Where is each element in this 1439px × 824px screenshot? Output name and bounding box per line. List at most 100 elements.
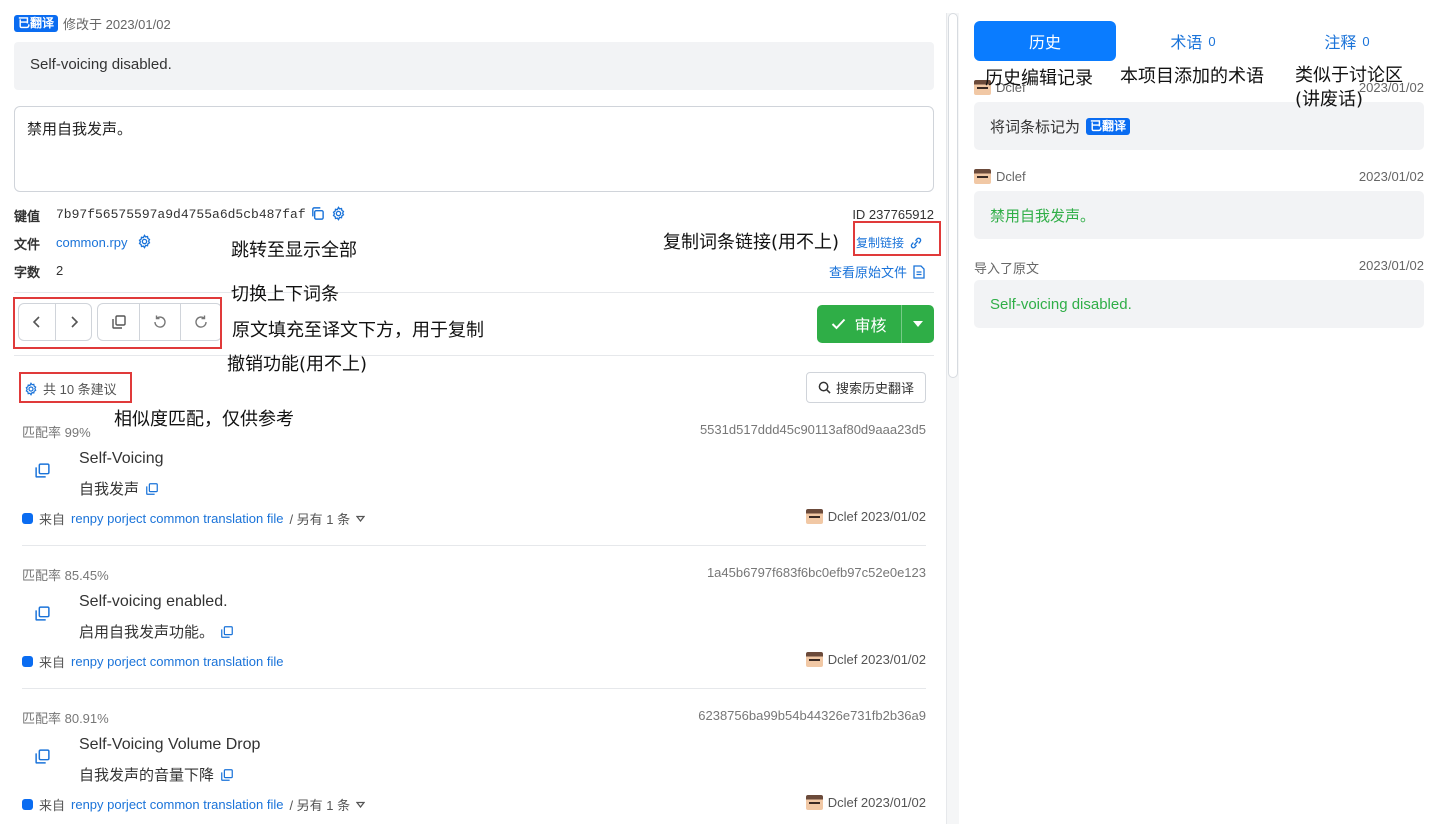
status-badge: 已翻译	[14, 15, 59, 32]
suggestion-item[interactable]: 匹配率 85.45% 1a45b6797f683f6bc0efb97c52e0e…	[22, 565, 926, 708]
history-date: 2023/01/02	[1358, 169, 1424, 184]
status-badge: 已翻译	[1086, 117, 1131, 135]
suggestion-target: 自我发声	[79, 481, 140, 498]
annotation-copy-link: 复制词条链接(用不上)	[663, 232, 840, 253]
tab-notes-label: 注释	[1324, 35, 1357, 52]
annotation-box-toolbar	[13, 297, 222, 349]
annotation-switch: 切换上下词条	[231, 284, 339, 305]
search-history-label: 搜索历史翻译	[835, 381, 914, 396]
tab-notes[interactable]: 注释 0	[1270, 21, 1424, 61]
file-label: 文件	[14, 237, 41, 252]
suggestion-source: Self-Voicing	[79, 450, 164, 467]
search-icon	[818, 381, 831, 394]
suggestion-hash: 1a45b6797f683f6bc0efb97c52e0e123	[706, 565, 926, 580]
suggestion-target: 启用自我发声功能。	[79, 624, 215, 641]
suggestion-origin: 来自 renpy porject common translation file	[22, 652, 283, 671]
caret-down-icon	[913, 321, 923, 327]
tab-terms-label: 术语	[1170, 35, 1203, 52]
expand-caret-icon[interactable]	[356, 515, 366, 522]
use-suggestion-copy-icon[interactable]	[34, 462, 51, 482]
suggestion-target-row: 启用自我发声功能。	[79, 621, 234, 642]
view-original-file-link[interactable]: 查看原始文件	[829, 262, 925, 281]
match-rate: 匹配率 99%	[22, 425, 91, 440]
history-author: Dclef	[974, 169, 1026, 184]
project-dot-icon	[22, 799, 33, 810]
copy-target-icon[interactable]	[220, 768, 234, 782]
annotation-show-all: 跳转至显示全部	[231, 240, 357, 261]
review-label: 审核	[854, 318, 887, 335]
suggestion-source: Self-Voicing Volume Drop	[79, 736, 261, 753]
divider	[22, 545, 926, 546]
divider	[14, 355, 934, 356]
view-original-label: 查看原始文件	[829, 265, 908, 280]
suggestion-target: 自我发声的音量下降	[79, 767, 215, 784]
key-label: 键值	[14, 209, 41, 224]
key-value: 7b97f56575597a9d4755a6d5cb487faf	[56, 207, 306, 222]
expand-caret-icon[interactable]	[356, 801, 366, 808]
annotation-terms-tab: 本项目添加的术语	[1120, 66, 1264, 87]
tab-terms[interactable]: 术语 0	[1116, 21, 1270, 61]
annotation-undo: 撤销功能(用不上)	[227, 354, 368, 375]
suggestion-origin: 来自 renpy porject common translation file…	[22, 795, 366, 814]
file-link[interactable]: common.rpy	[56, 235, 128, 250]
suggestion-author: Dclef 2023/01/02	[805, 795, 926, 810]
more-count[interactable]: / 另有 1 条	[289, 795, 350, 814]
suggestion-author: Dclef 2023/01/02	[805, 652, 926, 667]
avatar	[974, 169, 991, 184]
project-dot-icon	[22, 656, 33, 667]
annotation-notes-tab-line2: (讲废话)	[1295, 89, 1364, 110]
author-date: Dclef 2023/01/02	[827, 652, 926, 667]
check-icon	[832, 318, 846, 330]
annotation-similarity: 相似度匹配，仅供参考	[114, 409, 294, 430]
review-main-button[interactable]: 审核	[817, 305, 901, 343]
use-suggestion-copy-icon[interactable]	[34, 605, 51, 625]
history-text: Self-voicing disabled.	[990, 295, 1132, 313]
suggestion-origin: 来自 renpy porject common translation file…	[22, 509, 366, 528]
suggestion-item[interactable]: 匹配率 99% 5531d517ddd45c90113af80d9aaa23d5…	[22, 422, 926, 565]
scrollbar-thumb[interactable]	[948, 13, 958, 378]
from-project-link[interactable]: renpy porject common translation file	[71, 511, 283, 526]
suggestion-item[interactable]: 匹配率 80.91% 6238756ba99b54b44326e731fb2b3…	[22, 708, 926, 824]
divider	[22, 688, 926, 689]
history-entry: Self-voicing disabled.	[974, 280, 1424, 328]
suggestion-source: Self-voicing enabled.	[79, 593, 228, 610]
history-entry: 禁用自我发声。	[974, 191, 1424, 239]
suggestion-hash: 6238756ba99b54b44326e731fb2b36a9	[698, 708, 926, 723]
match-rate: 匹配率 80.91%	[22, 711, 109, 726]
chars-value: 2	[56, 263, 64, 278]
annotation-box-copy-link	[853, 221, 941, 256]
copy-key-icon[interactable]	[310, 206, 325, 224]
more-count[interactable]: / 另有 1 条	[289, 509, 350, 528]
history-user: Dclef	[996, 169, 1026, 184]
copy-target-icon[interactable]	[145, 482, 159, 496]
history-date: 2023/01/02	[1358, 258, 1424, 273]
author-date: Dclef 2023/01/02	[827, 795, 926, 810]
file-settings-gear-icon[interactable]	[137, 234, 152, 252]
review-button[interactable]: 审核	[817, 305, 934, 343]
source-text: Self-voicing disabled.	[14, 42, 934, 90]
avatar	[805, 795, 823, 810]
review-dropdown-button[interactable]	[901, 305, 934, 343]
from-prefix: 来自	[39, 512, 66, 527]
copy-target-icon[interactable]	[220, 625, 234, 639]
translation-input[interactable]: 禁用自我发声。	[14, 106, 934, 192]
avatar	[805, 652, 823, 667]
tab-history[interactable]: 历史	[974, 21, 1116, 61]
history-user: 导入了原文	[974, 261, 1040, 276]
history-text: 将词条标记为	[990, 118, 1081, 136]
status-row: 已翻译 修改于 2023/01/02	[14, 14, 171, 33]
suggestion-target-row: 自我发声的音量下降	[79, 764, 234, 785]
from-project-link[interactable]: renpy porject common translation file	[71, 654, 283, 669]
search-history-button[interactable]: 搜索历史翻译	[806, 372, 926, 403]
suggestion-target-row: 自我发声	[79, 478, 159, 499]
tab-notes-count: 0	[1362, 33, 1370, 49]
annotation-fill-source: 原文填充至译文下方，用于复制	[232, 320, 484, 341]
annotation-history-tab: 历史编辑记录	[985, 68, 1093, 89]
key-settings-gear-icon[interactable]	[331, 206, 346, 224]
use-suggestion-copy-icon[interactable]	[34, 748, 51, 768]
entry-id: ID 237765912	[852, 207, 934, 222]
match-rate: 匹配率 85.45%	[22, 568, 109, 583]
from-prefix: 来自	[39, 798, 66, 813]
from-project-link[interactable]: renpy porject common translation file	[71, 797, 283, 812]
annotation-notes-tab-line1: 类似于讨论区	[1295, 65, 1403, 86]
